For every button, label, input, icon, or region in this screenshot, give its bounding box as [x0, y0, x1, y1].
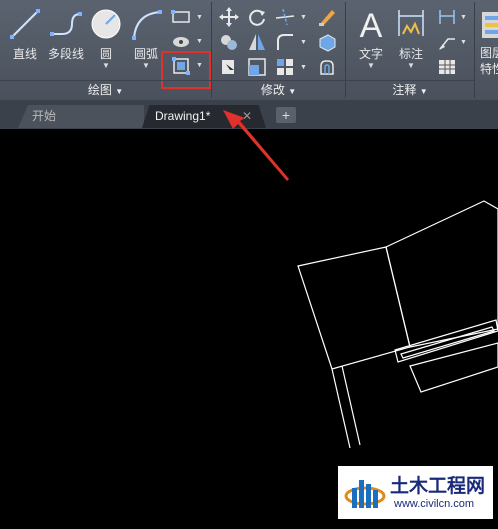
cad-leg-line	[341, 365, 361, 446]
watermark-url: www.civilcn.com	[394, 498, 475, 510]
cad-outline-left-box	[297, 246, 411, 370]
pointer-arrow	[223, 110, 289, 181]
watermark: 土木工程网 www.civilcn.com	[338, 466, 493, 519]
cad-leg-line	[331, 368, 351, 449]
watermark-logo-icon	[344, 480, 386, 508]
cad-outline-lower-box	[409, 342, 498, 393]
watermark-title: 土木工程网	[390, 476, 486, 497]
cad-outline-inner-bar	[400, 326, 495, 359]
cad-outline-right-box	[385, 200, 498, 348]
